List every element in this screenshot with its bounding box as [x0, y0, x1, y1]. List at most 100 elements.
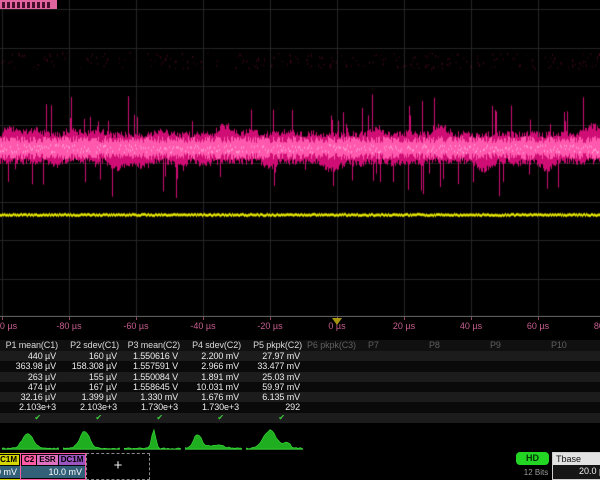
table-row: 2.103e+32.103e+31.730e+31.730e+3292 [0, 402, 600, 412]
table-cell [427, 372, 488, 382]
table-cell: 1.730e+3 [122, 402, 183, 412]
table-cell [305, 372, 366, 382]
table-status-row: ✔✔✔✔✔ [0, 413, 600, 423]
param-header-P7[interactable]: P7 [366, 340, 427, 351]
hd-badge[interactable]: HD [516, 452, 549, 465]
cropped-toolbar-button[interactable] [0, 0, 57, 9]
status-empty [305, 413, 366, 423]
channel-descriptor-c2[interactable]: C2 ESR DC1M 10.0 mV [20, 453, 86, 480]
table-cell [305, 361, 366, 371]
table-cell [366, 372, 427, 382]
param-header-P9[interactable]: P9 [488, 340, 549, 351]
table-cell [366, 402, 427, 412]
table-row: 263 µV155 µV1.550084 V1.891 mV25.03 mV [0, 372, 600, 382]
table-cell [427, 392, 488, 402]
status-check-icon: ✔ [244, 413, 305, 423]
param-header-P8[interactable]: P8 [427, 340, 488, 351]
param-header-P1[interactable]: P1 mean(C1) [0, 340, 61, 351]
table-cell: 1.558645 V [122, 382, 183, 392]
param-header-P6[interactable]: P6 pkpk(C3) [305, 340, 366, 351]
table-cell [488, 372, 549, 382]
param-header-P4[interactable]: P4 sdev(C2) [183, 340, 244, 351]
axis-tick-mark [2, 317, 3, 320]
table-cell [366, 392, 427, 402]
table-cell [549, 382, 600, 392]
table-cell: 292 [244, 402, 305, 412]
table-cell [366, 382, 427, 392]
status-empty [549, 413, 600, 423]
c1-scale: 10.0 mV [0, 466, 20, 478]
table-cell: 158.308 µV [61, 361, 122, 371]
table-cell: 160 µV [61, 351, 122, 361]
table-cell [488, 392, 549, 402]
time-axis: -100 µs-80 µs-60 µs-40 µs-20 µs0 µs20 µs… [0, 317, 600, 337]
axis-tick-mark [538, 317, 539, 320]
c2-coupling-badge: DC1M [59, 455, 86, 465]
status-check-icon: ✔ [183, 413, 244, 423]
table-cell: 474 µV [0, 382, 61, 392]
table-cell: 33.477 mV [244, 361, 305, 371]
axis-tick-mark [69, 317, 70, 320]
table-cell: 1.550616 V [122, 351, 183, 361]
time-tick-label: -40 µs [190, 321, 215, 331]
table-cell [305, 351, 366, 361]
status-empty [366, 413, 427, 423]
table-row: 363.98 µV158.308 µV1.557591 V2.966 mV33.… [0, 361, 600, 371]
param-header-P2[interactable]: P2 sdev(C1) [61, 340, 122, 351]
param-header-P5[interactable]: P5 pkpk(C2) [244, 340, 305, 351]
waveform-canvas[interactable] [0, 0, 600, 317]
table-cell [488, 361, 549, 371]
table-cell [427, 382, 488, 392]
c2-label-badge: C2 [22, 455, 36, 465]
histicon-P4 [185, 428, 242, 451]
histicon-P1 [2, 428, 59, 451]
axis-tick-mark [136, 317, 137, 320]
cropped-toolbar-label [2, 2, 50, 8]
add-trace-button[interactable]: + [86, 453, 150, 480]
measurement-table: P1 mean(C1)P2 sdev(C1)P3 mean(C2)P4 sdev… [0, 340, 600, 423]
table-cell: 1.676 mV [183, 392, 244, 402]
table-cell [549, 402, 600, 412]
time-tick-label: 60 µs [527, 321, 549, 331]
table-cell: 1.557591 V [122, 361, 183, 371]
table-cell: 6.135 mV [244, 392, 305, 402]
plus-icon: + [114, 457, 123, 474]
timebase-label: Tbase [553, 453, 600, 465]
table-cell: 1.891 mV [183, 372, 244, 382]
table-cell [488, 402, 549, 412]
timebase-descriptor[interactable]: Tbase 20.0 µs/div [552, 452, 600, 480]
table-cell: 263 µV [0, 372, 61, 382]
table-cell: 59.97 mV [244, 382, 305, 392]
table-cell: 10.031 mV [183, 382, 244, 392]
oscilloscope-screen: -100 µs-80 µs-60 µs-40 µs-20 µs0 µs20 µs… [0, 0, 600, 480]
table-cell [549, 372, 600, 382]
histicon-P3 [124, 428, 181, 451]
c1-coupling-badge: DC1M [0, 455, 19, 465]
table-cell [549, 392, 600, 402]
table-cell: 2.966 mV [183, 361, 244, 371]
table-row: 440 µV160 µV1.550616 V2.200 mV27.97 mV [0, 351, 600, 361]
table-cell [366, 351, 427, 361]
table-cell [488, 351, 549, 361]
table-cell: 32.16 µV [0, 392, 61, 402]
table-row: 474 µV167 µV1.558645 V10.031 mV59.97 mV [0, 382, 600, 392]
table-cell: 1.550084 V [122, 372, 183, 382]
axis-tick-mark [404, 317, 405, 320]
param-header-P3[interactable]: P3 mean(C2) [122, 340, 183, 351]
table-cell [305, 382, 366, 392]
trigger-marker-icon[interactable] [332, 318, 342, 325]
time-tick-label: -100 µs [0, 321, 17, 331]
table-cell: 167 µV [61, 382, 122, 392]
time-tick-label: 40 µs [460, 321, 482, 331]
histicon-P2 [63, 428, 120, 451]
param-header-P10[interactable]: P10 [549, 340, 600, 351]
channel-descriptor-c1[interactable]: DC1M 10.0 mV [0, 453, 21, 480]
table-cell [488, 382, 549, 392]
table-cell: 2.200 mV [183, 351, 244, 361]
table-cell [427, 402, 488, 412]
table-cell: 27.97 mV [244, 351, 305, 361]
table-cell [549, 351, 600, 361]
table-cell: 1.399 µV [61, 392, 122, 402]
c2-scale: 10.0 mV [21, 466, 85, 478]
axis-tick-mark [270, 317, 271, 320]
